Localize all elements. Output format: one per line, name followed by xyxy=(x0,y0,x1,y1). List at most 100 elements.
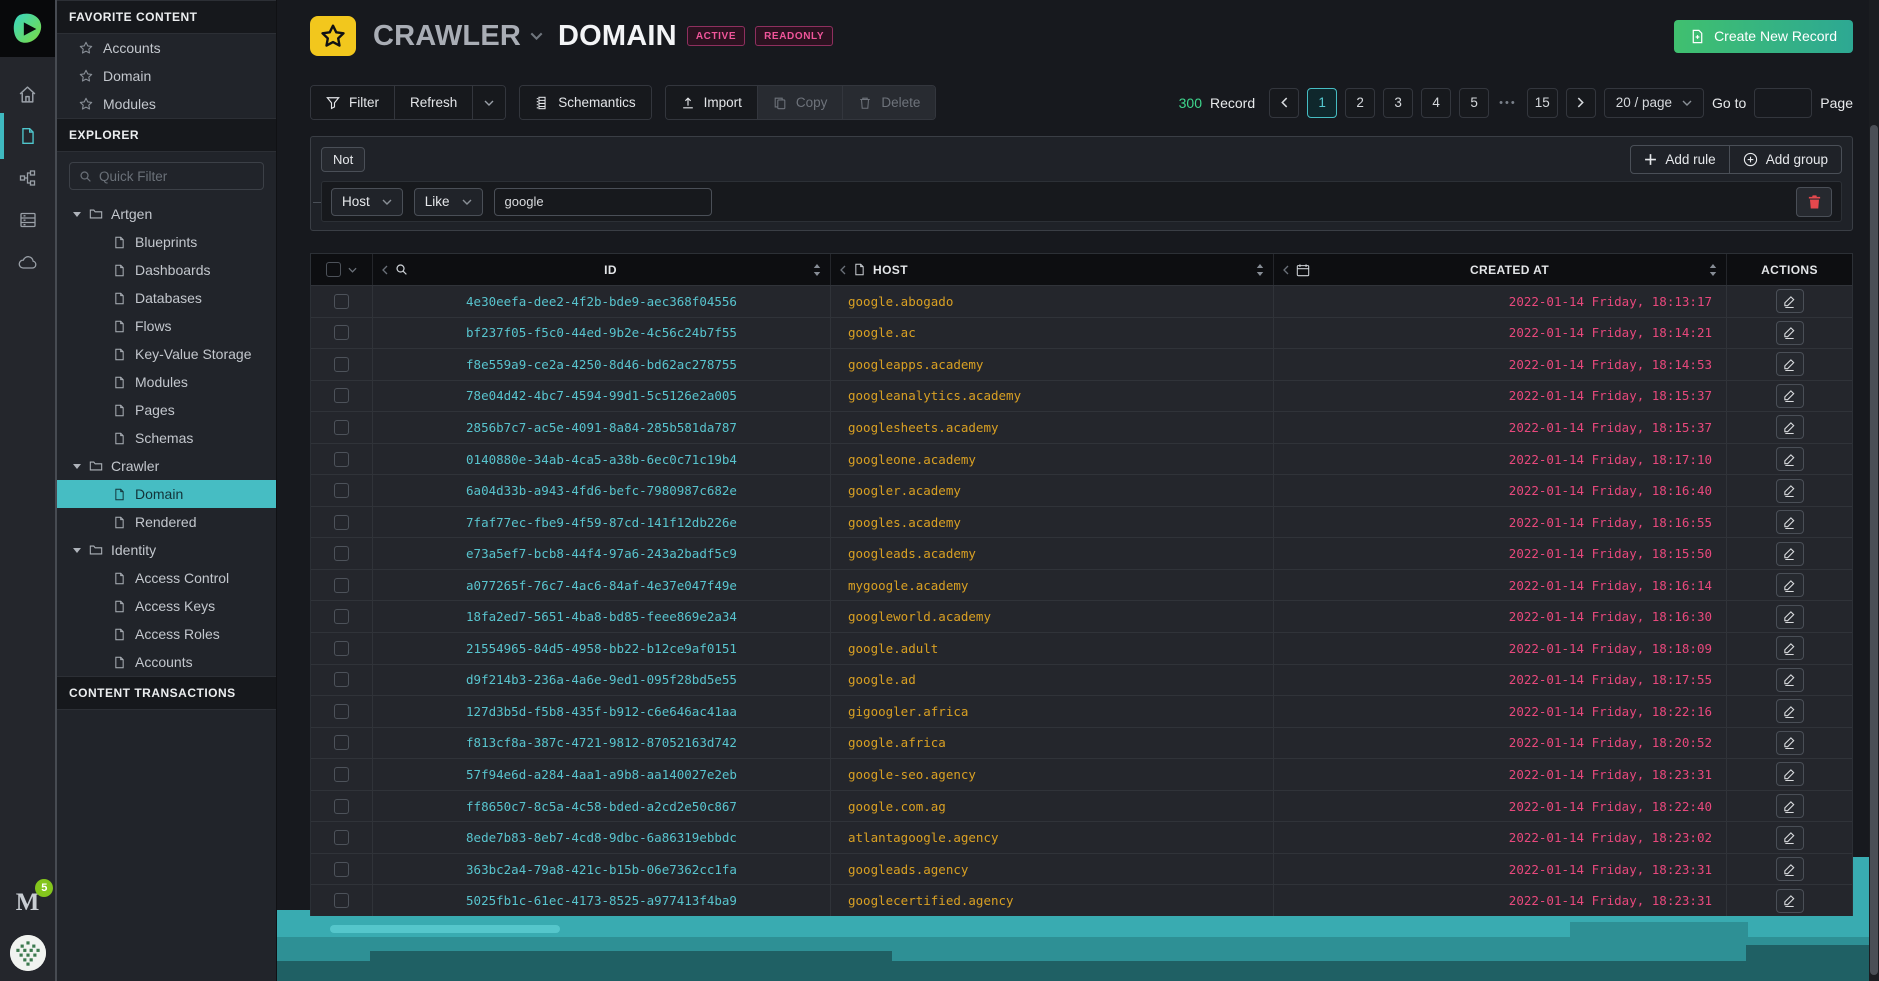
row-checkbox[interactable] xyxy=(334,609,349,624)
identicon-avatar[interactable] xyxy=(10,935,46,971)
column-header-id[interactable]: ID xyxy=(373,254,831,285)
row-checkbox[interactable] xyxy=(334,388,349,403)
create-new-record-button[interactable]: Create New Record xyxy=(1674,20,1853,53)
tree-item-rendered[interactable]: Rendered xyxy=(57,508,276,536)
row-checkbox[interactable] xyxy=(334,483,349,498)
chevron-left-icon[interactable] xyxy=(840,265,846,275)
user-avatar[interactable]: M 5 xyxy=(16,889,40,917)
chevron-left-icon[interactable] xyxy=(382,265,388,275)
rule-operator-select[interactable]: Like xyxy=(414,188,483,216)
rail-database-button[interactable] xyxy=(0,199,55,241)
tree-item-modules[interactable]: Modules xyxy=(57,368,276,396)
row-checkbox[interactable] xyxy=(334,799,349,814)
edit-record-button[interactable] xyxy=(1776,636,1804,660)
edit-record-button[interactable] xyxy=(1776,542,1804,566)
page-button-2[interactable]: 2 xyxy=(1345,88,1375,118)
rule-value-input[interactable] xyxy=(494,188,712,216)
sort-icon[interactable] xyxy=(1709,264,1717,276)
row-checkbox[interactable] xyxy=(334,578,349,593)
schemantics-button[interactable]: Schemantics xyxy=(520,86,650,119)
tree-item-dashboards[interactable]: Dashboards xyxy=(57,256,276,284)
page-button-5[interactable]: 5 xyxy=(1459,88,1489,118)
add-rule-button[interactable]: Add rule xyxy=(1631,146,1729,173)
filter-button[interactable]: Filter xyxy=(311,86,395,119)
row-checkbox[interactable] xyxy=(334,830,349,845)
sidebar-item-domain[interactable]: Domain xyxy=(57,62,276,90)
edit-record-button[interactable] xyxy=(1776,573,1804,597)
rail-flows-button[interactable] xyxy=(0,157,55,199)
tree-folder-artgen[interactable]: Artgen xyxy=(57,200,276,228)
refresh-options-button[interactable] xyxy=(473,86,505,119)
prev-page-button[interactable] xyxy=(1269,88,1299,118)
row-checkbox[interactable] xyxy=(334,325,349,340)
edit-record-button[interactable] xyxy=(1776,857,1804,881)
tree-item-schemas[interactable]: Schemas xyxy=(57,424,276,452)
tree-item-accounts[interactable]: Accounts xyxy=(57,648,276,676)
edit-record-button[interactable] xyxy=(1776,826,1804,850)
tree-item-access-roles[interactable]: Access Roles xyxy=(57,620,276,648)
quick-filter-input[interactable] xyxy=(99,169,254,184)
app-logo[interactable] xyxy=(0,0,55,57)
search-icon[interactable] xyxy=(395,263,408,276)
add-group-button[interactable]: Add group xyxy=(1730,146,1841,173)
tree-folder-crawler[interactable]: Crawler xyxy=(57,452,276,480)
sidebar-item-modules[interactable]: Modules xyxy=(57,90,276,118)
tree-item-databases[interactable]: Databases xyxy=(57,284,276,312)
import-button[interactable]: Import xyxy=(666,86,758,119)
refresh-button[interactable]: Refresh xyxy=(395,86,473,119)
copy-button[interactable]: Copy xyxy=(758,86,844,119)
rail-content-button[interactable] xyxy=(0,115,55,157)
chevron-down-icon[interactable] xyxy=(348,267,357,273)
tree-item-flows[interactable]: Flows xyxy=(57,312,276,340)
edit-record-button[interactable] xyxy=(1776,479,1804,503)
edit-record-button[interactable] xyxy=(1776,352,1804,376)
edit-record-button[interactable] xyxy=(1776,605,1804,629)
edit-record-button[interactable] xyxy=(1776,384,1804,408)
rail-cloud-button[interactable] xyxy=(0,241,55,283)
page-size-select[interactable]: 20 / page xyxy=(1604,88,1704,118)
rule-field-select[interactable]: Host xyxy=(331,188,403,216)
row-checkbox[interactable] xyxy=(334,452,349,467)
next-page-button[interactable] xyxy=(1566,88,1596,118)
tree-item-blueprints[interactable]: Blueprints xyxy=(57,228,276,256)
row-checkbox[interactable] xyxy=(334,641,349,656)
edit-record-button[interactable] xyxy=(1776,889,1804,913)
delete-rule-button[interactable] xyxy=(1796,187,1832,217)
tree-item-key-value-storage[interactable]: Key-Value Storage xyxy=(57,340,276,368)
rail-home-button[interactable] xyxy=(0,73,55,115)
row-checkbox[interactable] xyxy=(334,515,349,530)
delete-button[interactable]: Delete xyxy=(843,86,935,119)
vertical-scrollbar-thumb[interactable] xyxy=(1870,125,1878,975)
vertical-scrollbar[interactable] xyxy=(1869,0,1879,981)
tree-item-access-keys[interactable]: Access Keys xyxy=(57,592,276,620)
tree-item-pages[interactable]: Pages xyxy=(57,396,276,424)
row-checkbox[interactable] xyxy=(334,672,349,687)
quick-filter[interactable] xyxy=(69,162,264,190)
edit-record-button[interactable] xyxy=(1776,447,1804,471)
edit-record-button[interactable] xyxy=(1776,668,1804,692)
row-checkbox[interactable] xyxy=(334,862,349,877)
select-all-checkbox[interactable] xyxy=(326,262,341,277)
row-checkbox[interactable] xyxy=(334,704,349,719)
row-checkbox[interactable] xyxy=(334,294,349,309)
edit-record-button[interactable] xyxy=(1776,794,1804,818)
row-checkbox[interactable] xyxy=(334,735,349,750)
page-button-4[interactable]: 4 xyxy=(1421,88,1451,118)
goto-page-input[interactable] xyxy=(1754,88,1812,118)
edit-record-button[interactable] xyxy=(1776,289,1804,313)
favorite-toggle-button[interactable] xyxy=(310,16,356,56)
tree-item-domain[interactable]: Domain xyxy=(57,480,276,508)
chevron-down-icon[interactable] xyxy=(530,32,543,40)
row-checkbox[interactable] xyxy=(334,546,349,561)
tree-item-access-control[interactable]: Access Control xyxy=(57,564,276,592)
page-button-3[interactable]: 3 xyxy=(1383,88,1413,118)
page-button-1[interactable]: 1 xyxy=(1307,88,1337,118)
sidebar-item-accounts[interactable]: Accounts xyxy=(57,34,276,62)
edit-record-button[interactable] xyxy=(1776,415,1804,439)
edit-record-button[interactable] xyxy=(1776,762,1804,786)
column-header-host[interactable]: HOST xyxy=(831,254,1274,285)
row-checkbox[interactable] xyxy=(334,893,349,908)
row-checkbox[interactable] xyxy=(334,420,349,435)
tree-folder-identity[interactable]: Identity xyxy=(57,536,276,564)
edit-record-button[interactable] xyxy=(1776,731,1804,755)
